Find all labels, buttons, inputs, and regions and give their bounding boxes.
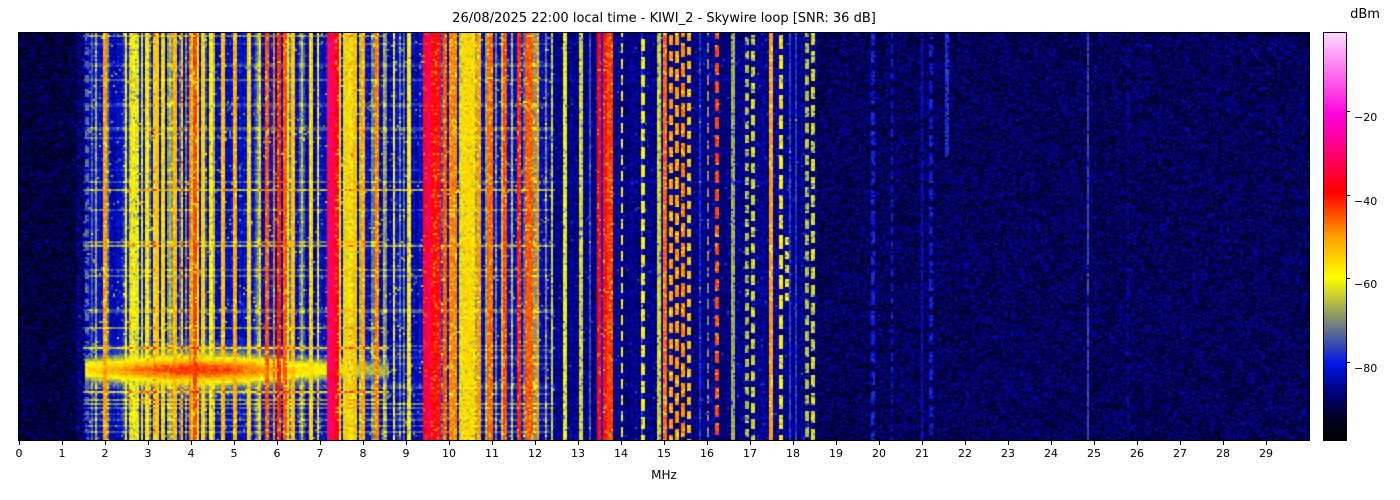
x-tick-mark bbox=[1266, 441, 1267, 445]
colorbar-tick-mark bbox=[1346, 194, 1350, 196]
colorbar-tick-mark bbox=[1346, 110, 1350, 112]
x-tick-label: 16 bbox=[700, 447, 714, 460]
x-tick-label: 1 bbox=[58, 447, 66, 460]
colorbar-label: dBm bbox=[1350, 7, 1380, 22]
x-tick-label: 20 bbox=[872, 447, 886, 460]
x-tick-label: 13 bbox=[571, 447, 585, 460]
x-tick-mark bbox=[449, 441, 450, 445]
x-tick-label: 18 bbox=[786, 447, 800, 460]
colorbar-axis: −20 −40 −60 −80 bbox=[1346, 33, 1396, 440]
x-tick-label: 25 bbox=[1087, 447, 1101, 460]
x-tick-mark bbox=[535, 441, 536, 445]
x-tick-mark bbox=[879, 441, 880, 445]
x-tick-label: 19 bbox=[829, 447, 843, 460]
x-tick-label: 10 bbox=[442, 447, 456, 460]
x-tick-mark bbox=[793, 441, 794, 445]
x-tick-label: 29 bbox=[1259, 447, 1273, 460]
x-tick-label: 12 bbox=[528, 447, 542, 460]
x-tick-label: 11 bbox=[485, 447, 499, 460]
x-tick-label: 24 bbox=[1044, 447, 1058, 460]
colorbar-tick-label: −40 bbox=[1354, 194, 1378, 208]
colorbar-tick-label: −20 bbox=[1354, 110, 1378, 124]
x-tick-label: 3 bbox=[144, 447, 152, 460]
x-tick-label: 0 bbox=[15, 447, 23, 460]
x-tick-mark bbox=[1137, 441, 1138, 445]
x-tick-label: 23 bbox=[1001, 447, 1015, 460]
x-tick-label: 15 bbox=[657, 447, 671, 460]
x-tick-mark bbox=[965, 441, 966, 445]
figure-root: 26/08/2025 22:00 local time - KIWI_2 - S… bbox=[0, 0, 1400, 500]
colorbar-tick-label: −80 bbox=[1354, 362, 1378, 376]
x-tick-mark bbox=[148, 441, 149, 445]
colorbar-frame bbox=[1323, 32, 1347, 441]
x-axis-label: MHz bbox=[651, 468, 677, 482]
x-tick-mark bbox=[234, 441, 235, 445]
waterfall-plot-frame bbox=[18, 32, 1310, 441]
x-tick-label: 2 bbox=[101, 447, 109, 460]
x-tick-label: 17 bbox=[743, 447, 757, 460]
x-tick-mark bbox=[1223, 441, 1224, 445]
x-tick-mark bbox=[836, 441, 837, 445]
x-tick-mark bbox=[277, 441, 278, 445]
colorbar-canvas bbox=[1324, 33, 1346, 440]
x-tick-mark bbox=[750, 441, 751, 445]
x-tick-label: 4 bbox=[187, 447, 195, 460]
x-tick-label: 8 bbox=[359, 447, 367, 460]
x-tick-mark bbox=[105, 441, 106, 445]
x-tick-mark bbox=[578, 441, 579, 445]
x-tick-mark bbox=[320, 441, 321, 445]
x-tick-label: 6 bbox=[273, 447, 281, 460]
x-tick-mark bbox=[191, 441, 192, 445]
x-tick-label: 7 bbox=[316, 447, 324, 460]
x-tick-mark bbox=[1051, 441, 1052, 445]
x-tick-mark bbox=[664, 441, 665, 445]
x-tick-mark bbox=[1094, 441, 1095, 445]
plot-title: 26/08/2025 22:00 local time - KIWI_2 - S… bbox=[452, 11, 876, 26]
x-tick-label: 27 bbox=[1173, 447, 1187, 460]
x-tick-label: 5 bbox=[230, 447, 238, 460]
x-tick-label: 28 bbox=[1216, 447, 1230, 460]
x-tick-mark bbox=[1180, 441, 1181, 445]
x-tick-mark bbox=[707, 441, 708, 445]
x-tick-mark bbox=[363, 441, 364, 445]
x-tick-mark bbox=[492, 441, 493, 445]
waterfall-canvas bbox=[19, 33, 1309, 440]
colorbar-tick-mark bbox=[1346, 278, 1350, 280]
x-tick-label: 22 bbox=[958, 447, 972, 460]
colorbar-tick-label: −60 bbox=[1354, 278, 1378, 292]
x-tick-mark bbox=[62, 441, 63, 445]
x-tick-mark bbox=[19, 441, 20, 445]
x-tick-mark bbox=[406, 441, 407, 445]
x-axis: 0 1 2 3 4 5 6 7 8 9 10 11 12 13 14 15 16 17 18 19 20 21 22 23 24… bbox=[16, 441, 1309, 465]
x-tick-label: 21 bbox=[915, 447, 929, 460]
colorbar-tick-mark bbox=[1346, 362, 1350, 364]
x-tick-label: 9 bbox=[402, 447, 410, 460]
x-tick-label: 26 bbox=[1130, 447, 1144, 460]
x-tick-mark bbox=[922, 441, 923, 445]
x-tick-mark bbox=[1008, 441, 1009, 445]
x-tick-mark bbox=[621, 441, 622, 445]
x-tick-label: 14 bbox=[614, 447, 628, 460]
